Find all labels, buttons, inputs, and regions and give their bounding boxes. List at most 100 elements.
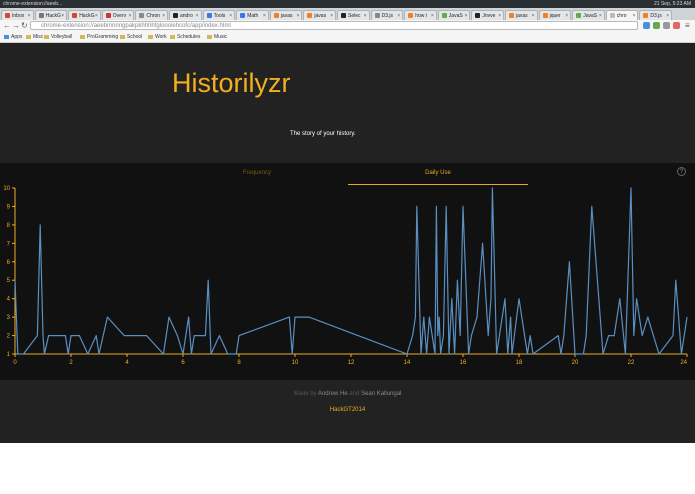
browser-tab[interactable]: HackG × — [68, 10, 101, 20]
close-tab-icon[interactable]: × — [565, 11, 568, 20]
close-tab-icon[interactable]: × — [599, 11, 602, 20]
browser-tab[interactable]: Inbox × — [1, 10, 34, 20]
url-input[interactable]: chrome-extension://aeebmnnngpakpkhhhhfgl… — [30, 21, 638, 30]
help-button[interactable]: ? — [677, 167, 686, 176]
folder-icon — [44, 34, 49, 39]
os-top-bar: chrome-extension://aeeb... 21 Sep, 5:23 … — [0, 0, 695, 8]
credits-and: and — [349, 391, 360, 397]
browser-tab[interactable]: Overv × — [101, 10, 135, 20]
x-tick-label: 12 — [348, 360, 355, 366]
close-tab-icon[interactable]: × — [128, 11, 131, 20]
bookmark-label: Work — [155, 34, 167, 40]
folder-icon — [80, 34, 85, 39]
bookmark-label: Misc — [33, 34, 44, 40]
browser-tab[interactable]: javas × — [505, 10, 538, 20]
credits-prefix: Made by — [293, 391, 317, 397]
close-tab-icon[interactable]: × — [95, 11, 98, 20]
browser-tab-label: Overv — [112, 13, 127, 19]
system-clock: 21 Sep, 5:23 AM — [654, 1, 691, 7]
browser-tab-label: chro — [616, 13, 627, 19]
bookmark-folder[interactable]: Schedules — [170, 32, 200, 42]
bookmark-folder[interactable]: ProGramming — [80, 32, 118, 42]
apps-icon — [4, 34, 9, 39]
extension-icon[interactable] — [653, 22, 660, 29]
bookmark-folder[interactable]: Work — [148, 32, 167, 42]
y-tick-label: 4 — [7, 297, 11, 303]
browser-tab[interactable]: chro × — [605, 10, 639, 20]
browser-tab-label: D3.js — [381, 13, 393, 19]
bookmark-folder[interactable]: School — [120, 32, 142, 42]
close-tab-icon[interactable]: × — [364, 11, 367, 20]
bookmark-folder[interactable]: Volleyball — [44, 32, 72, 42]
favicon-icon — [475, 13, 481, 19]
browser-tab[interactable]: Chron × — [135, 10, 168, 20]
close-tab-icon[interactable]: × — [28, 11, 31, 20]
browser-tab-label: HackG — [79, 13, 95, 19]
folder-icon — [148, 34, 153, 39]
browser-tab[interactable]: jquer × — [538, 10, 572, 20]
address-bar-row: ← → ↻ chrome-extension://aeebmnnngpakpkh… — [0, 20, 695, 32]
close-tab-icon[interactable]: × — [61, 11, 64, 20]
browser-tab-label: D3.js — [650, 13, 662, 19]
x-tick-label: 2 — [69, 360, 73, 366]
browser-tab[interactable]: Math × — [236, 10, 269, 20]
close-tab-icon[interactable]: × — [431, 11, 434, 20]
close-tab-icon[interactable]: × — [229, 11, 232, 20]
favicon-icon — [206, 13, 212, 19]
close-tab-icon[interactable]: × — [532, 11, 535, 20]
tab-frequency[interactable]: Frequency — [166, 163, 348, 185]
bookmark-label: Schedules — [177, 34, 201, 40]
close-tab-icon[interactable]: × — [464, 11, 467, 20]
close-tab-icon[interactable]: × — [498, 11, 501, 20]
close-tab-icon[interactable]: × — [666, 11, 669, 20]
browser-tab-label: Inbox — [12, 13, 25, 19]
back-icon[interactable]: ← — [3, 21, 11, 31]
x-tick-label: 6 — [181, 360, 185, 366]
event-link[interactable]: HackGT2014 — [0, 407, 695, 413]
browser-tab-label: jquer — [549, 13, 561, 19]
favicon-icon — [173, 13, 178, 19]
browser-tab[interactable]: andro × — [169, 10, 202, 20]
browser-tab[interactable]: how i × — [404, 10, 437, 20]
browser-tab-label: Jnvve — [482, 13, 496, 19]
menu-icon[interactable]: ≡ — [685, 21, 690, 31]
author-link[interactable]: Andrew He — [318, 391, 348, 397]
tab-daily-use[interactable]: Daily Use — [348, 163, 528, 185]
browser-tab[interactable]: HackG × — [34, 10, 68, 20]
apps-bookmark[interactable]: Apps — [4, 32, 22, 42]
extension-icon[interactable] — [643, 22, 650, 29]
browser-tab-strip: Inbox × HackG × HackG × Overv × Chron × andro × Tool… — [0, 8, 695, 20]
close-tab-icon[interactable]: × — [263, 11, 266, 20]
close-tab-icon[interactable]: × — [397, 11, 400, 20]
browser-tab[interactable]: Jnvve × — [471, 10, 504, 20]
favicon-icon — [408, 13, 414, 19]
y-tick-label: 10 — [3, 186, 10, 192]
x-tick-label: 0 — [13, 360, 17, 366]
browser-tab[interactable]: javas × — [269, 10, 303, 20]
close-tab-icon[interactable]: × — [196, 11, 199, 20]
close-tab-icon[interactable]: × — [632, 11, 635, 20]
daily-use-line — [14, 187, 688, 355]
browser-tab[interactable]: D3.js × — [639, 10, 672, 20]
close-tab-icon[interactable]: × — [330, 11, 333, 20]
browser-tab[interactable]: JavaS × — [437, 10, 471, 20]
bookmark-label: Music — [214, 34, 228, 40]
extension-icon[interactable] — [663, 22, 670, 29]
app-tagline: The story of your history. — [290, 131, 356, 137]
browser-tab-label: how i — [415, 13, 427, 19]
bookmark-folder[interactable]: Misc — [26, 32, 43, 42]
close-tab-icon[interactable]: × — [296, 11, 299, 20]
extension-icon[interactable] — [673, 22, 680, 29]
browser-tab[interactable]: Selec × — [337, 10, 370, 20]
browser-tab[interactable]: javas × — [303, 10, 336, 20]
close-tab-icon[interactable]: × — [162, 11, 165, 20]
forward-icon[interactable]: → — [12, 21, 20, 31]
author-link[interactable]: Sean Kallungal — [361, 391, 401, 397]
browser-tab[interactable]: Tools × — [202, 10, 236, 20]
folder-icon — [170, 34, 175, 39]
reload-icon[interactable]: ↻ — [21, 21, 28, 31]
browser-tab[interactable]: D3.js × — [370, 10, 404, 20]
folder-icon — [120, 34, 125, 39]
browser-tab[interactable]: JavaS × — [572, 10, 605, 20]
bookmark-folder[interactable]: Music — [207, 32, 227, 42]
